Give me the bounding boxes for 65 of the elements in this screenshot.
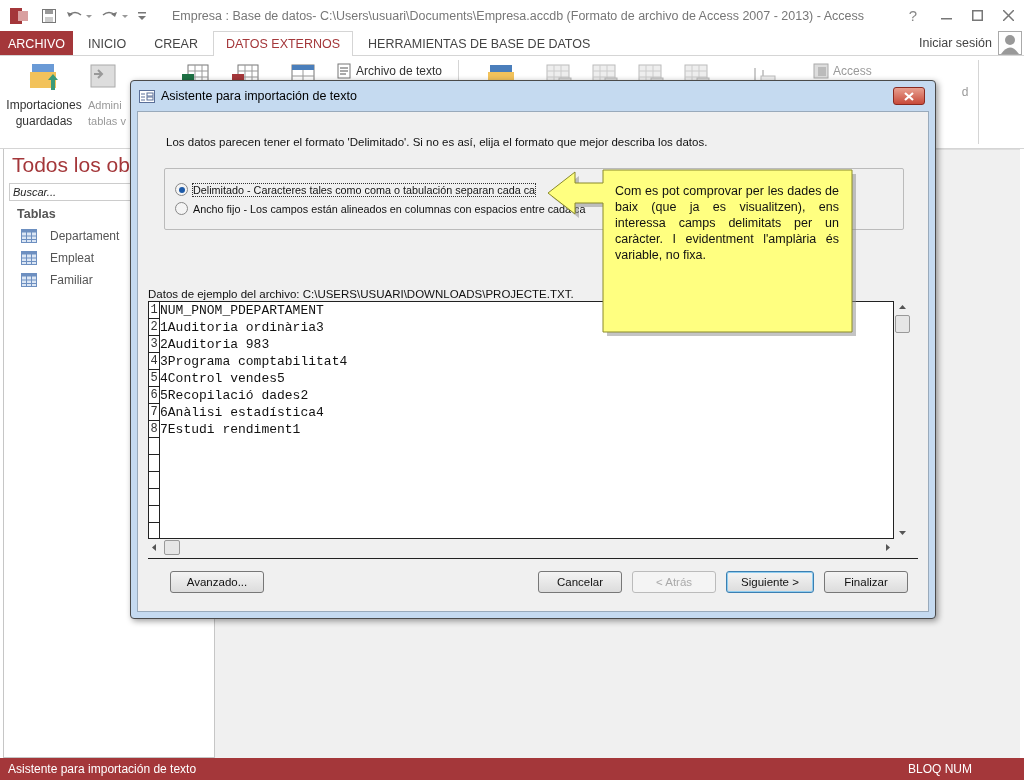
ribbon-tab[interactable]: ARCHIVO bbox=[0, 31, 73, 55]
preview-line: 5Recopilació dades2 bbox=[160, 387, 309, 404]
scroll-thumb[interactable] bbox=[164, 540, 180, 555]
wizard-icon bbox=[139, 89, 155, 103]
folder-icon bbox=[29, 62, 59, 92]
radio-button[interactable] bbox=[175, 202, 188, 215]
table-icon bbox=[21, 251, 37, 265]
window-title: Empresa : Base de datos- C:\Users\usuari\Documents\Empresa.accdb (Formato de archivo de Access 2007 - 2013) - Access bbox=[172, 8, 864, 23]
saved-imports-button[interactable]: Importaciones guardadas bbox=[0, 56, 88, 129]
nav-pane-title: Todos los ob bbox=[11, 152, 130, 178]
preview-line: 3Programa comptabilitat4 bbox=[160, 353, 348, 370]
status-text: Asistente para importación de texto bbox=[8, 762, 197, 776]
dialog-button[interactable]: Cancelar bbox=[538, 571, 622, 593]
dialog-button[interactable]: Avanzado... bbox=[170, 571, 264, 593]
app-logo-icon bbox=[10, 7, 28, 24]
help-button[interactable]: ? bbox=[904, 7, 921, 24]
table-item[interactable]: Departament bbox=[4, 225, 120, 247]
ribbon-tab[interactable]: INICIO bbox=[74, 31, 140, 55]
text-file-button[interactable]: Archivo de texto bbox=[336, 63, 443, 79]
line-number: 1 bbox=[149, 302, 160, 319]
avatar-icon[interactable] bbox=[998, 31, 1022, 55]
table-item[interactable]: Familiar bbox=[4, 269, 93, 291]
sign-in-link[interactable]: Iniciar sesión bbox=[919, 36, 992, 50]
preview-line: 4Control vendes5 bbox=[160, 370, 285, 387]
line-number: 3 bbox=[149, 336, 160, 353]
table-item[interactable]: Empleat bbox=[4, 247, 95, 269]
preview-line: NUM_PNOM_PDEPARTAMENT bbox=[160, 302, 324, 319]
instruction-text: Los datos parecen tener el formato 'Delimitado'. Si no es así, elija el formato que mejor describa los datos. bbox=[166, 136, 709, 148]
radio-button[interactable] bbox=[175, 183, 188, 196]
status-indicator: BLOQ NUM bbox=[908, 762, 972, 776]
group-header: Tablas bbox=[16, 206, 56, 223]
scroll-left-icon[interactable] bbox=[152, 544, 156, 551]
line-number: 4 bbox=[149, 353, 160, 370]
preview-label: Datos de ejemplo del archivo: C:\USERS\USUARI\DOWNLOADS\PROJECTE.TXT. bbox=[148, 288, 575, 300]
ribbon-tab[interactable]: DATOS EXTERNOS bbox=[212, 31, 354, 56]
scroll-down-icon[interactable] bbox=[899, 531, 906, 535]
line-number: 2 bbox=[149, 319, 160, 336]
dialog-button[interactable]: Finalizar bbox=[824, 571, 908, 593]
maximize-icon[interactable] bbox=[972, 10, 983, 21]
save-icon[interactable] bbox=[42, 8, 56, 23]
callout-text: Com es pot comprovar per les dades de baix (que ja es visualitzen), ens interessa camps delimitats per un caràcter. I evidentment l'amplària és variable, no fixa. bbox=[615, 183, 839, 263]
customize-icon[interactable] bbox=[138, 11, 146, 20]
table-icon bbox=[21, 273, 37, 287]
scroll-thumb[interactable] bbox=[895, 315, 910, 333]
option-label[interactable]: Delimitado - Caracteres tales como coma o tabulación separan cada ca bbox=[192, 182, 537, 197]
preview-line: 2Auditoria 983 bbox=[160, 336, 270, 353]
preview-line: 6Anàlisi estadística4 bbox=[160, 404, 324, 421]
scroll-right-icon[interactable] bbox=[886, 544, 890, 551]
table-icon bbox=[21, 229, 37, 243]
line-number: 7 bbox=[149, 404, 160, 421]
preview-line: 1Auditoria ordinària3 bbox=[160, 319, 324, 336]
database-icon bbox=[813, 63, 830, 79]
line-number: 5 bbox=[149, 370, 160, 387]
line-number: 8 bbox=[149, 421, 160, 438]
preview-line: 7Estudi rendiment1 bbox=[160, 421, 301, 438]
close-icon[interactable] bbox=[1003, 10, 1014, 21]
dialog-title: Asistente para importación de texto bbox=[161, 89, 357, 103]
close-icon bbox=[904, 91, 914, 101]
scroll-up-icon[interactable] bbox=[899, 305, 906, 309]
ribbon-tab[interactable]: CREAR bbox=[141, 31, 211, 55]
line-number: 6 bbox=[149, 387, 160, 404]
ribbon-tab[interactable]: HERRAMIENTAS DE BASE DE DATOS bbox=[355, 31, 604, 55]
dialog-button[interactable]: Siguiente > bbox=[726, 571, 814, 593]
ribbon-label: d bbox=[961, 85, 969, 99]
close-button[interactable] bbox=[893, 87, 925, 105]
